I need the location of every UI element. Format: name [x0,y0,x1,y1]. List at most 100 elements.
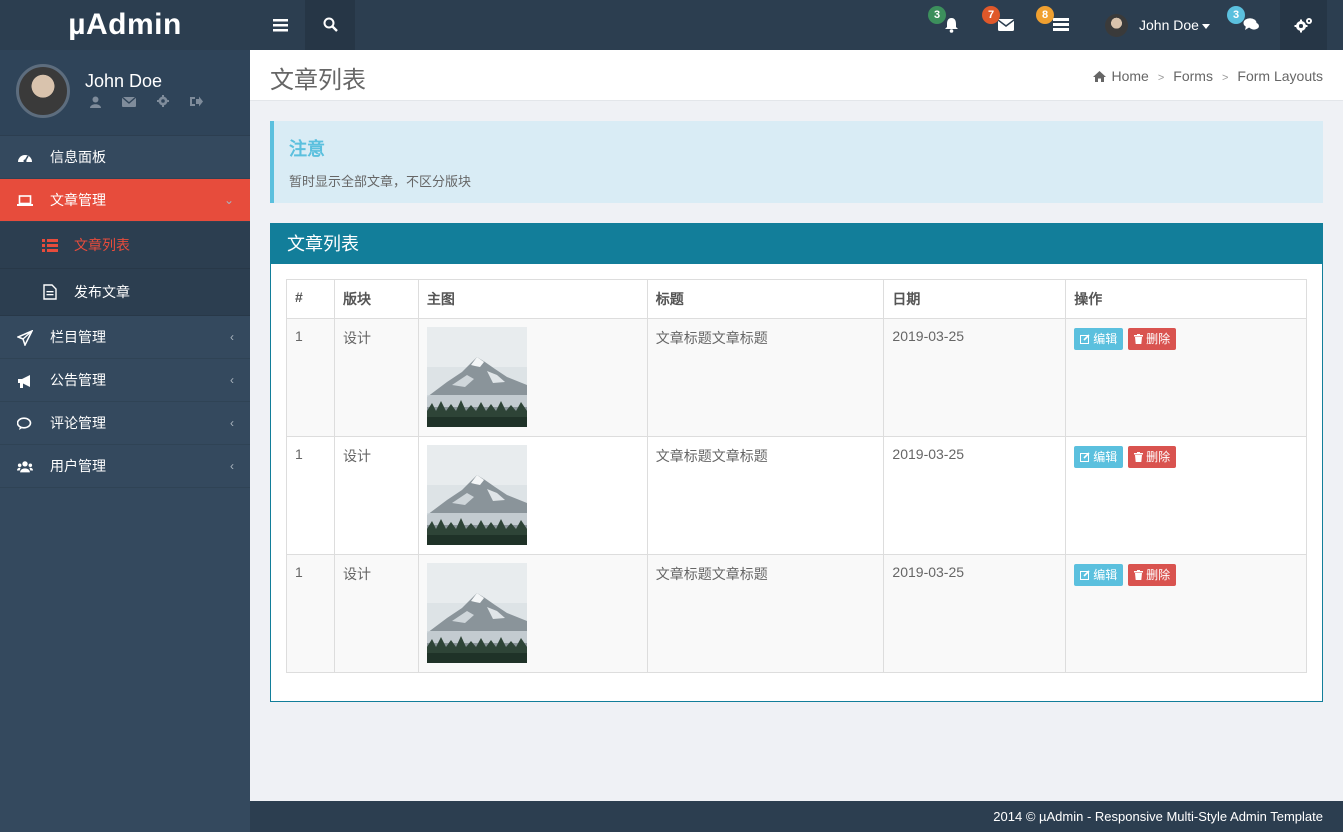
sidebar-item-articles[interactable]: 文章管理 ⌄ [0,179,250,222]
sidebar-item-label: 信息面板 [50,149,106,165]
breadcrumb-forms[interactable]: Forms [1173,68,1213,84]
delete-button[interactable]: 删除 [1128,446,1177,468]
sidebar-item-announcements[interactable]: 公告管理 ‹ [0,359,250,402]
laptop-icon [17,195,33,206]
messages-badge: 7 [982,6,1000,24]
delete-button-label: 删除 [1146,450,1171,464]
delete-button[interactable]: 删除 [1128,328,1177,350]
settings-button[interactable] [1280,0,1327,50]
gear-icon[interactable] [157,95,169,107]
brand-logo[interactable]: µAdmin [0,0,250,50]
menu-toggle-button[interactable] [255,0,305,50]
column-header: 标题 [646,279,885,319]
profile-name: John Doe [85,71,163,91]
sign-out-icon[interactable] [190,96,203,107]
sidebar-item-columns[interactable]: 栏目管理 ‹ [0,316,250,359]
sidebar-item-label: 文章管理 [50,192,106,208]
article-table: # 版块 主图 标题 日期 操作 1 设计 文章标题文章标题 2019-03-2… [286,279,1307,673]
cell-id: 1 [286,436,335,555]
sidebar-item-dashboard[interactable]: 信息面板 [0,136,250,179]
table-row: 1 设计 文章标题文章标题 2019-03-25 编辑 删除 [286,436,1307,555]
bell-icon [945,18,958,33]
sidebar-subitem-publish-article[interactable]: 发布文章 [0,269,250,316]
caret-down-icon [1202,24,1210,29]
comments-icon [17,417,32,430]
notice-title: 注意 [289,139,325,159]
tasks-icon [1053,18,1069,31]
notice-alert: 注意 暂时显示全部文章，不区分版块 [270,121,1323,203]
sidebar-subitem-article-list[interactable]: 文章列表 [0,222,250,269]
cell-title[interactable]: 文章标题文章标题 [646,554,885,673]
search-button[interactable] [305,0,355,50]
cell-title[interactable]: 文章标题文章标题 [646,436,885,555]
list-icon [42,239,58,252]
user-menu-name: John Doe [1139,17,1199,33]
paper-plane-icon [17,330,33,346]
hamburger-icon [273,19,288,32]
chat-button[interactable]: 3 [1225,0,1265,50]
notifications-button[interactable]: 3 [928,0,970,50]
topbar: 3 7 8 John Doe 3 [250,0,1343,50]
edit-icon [1080,570,1090,580]
mountain-thumbnail-image[interactable] [426,563,527,663]
tasks-badge: 8 [1036,6,1054,24]
edit-icon [1080,334,1090,344]
delete-button[interactable]: 删除 [1128,564,1177,586]
cell-actions: 编辑 删除 [1065,318,1307,437]
users-icon [17,461,33,473]
user-menu[interactable]: John Doe [1105,0,1215,50]
table-row: 1 设计 文章标题文章标题 2019-03-25 编辑 删除 [286,318,1307,437]
sidebar-item-comments[interactable]: 评论管理 ‹ [0,402,250,445]
chevron-right-icon: > [1221,72,1229,84]
sidebar-item-label: 用户管理 [50,458,106,474]
avatar[interactable] [16,64,70,118]
messages-button[interactable]: 7 [982,0,1025,50]
panel-title: 文章列表 [271,224,1322,264]
sidebar-item-label: 公告管理 [50,372,106,388]
mountain-thumbnail-image[interactable] [426,327,527,427]
column-header: # [286,279,335,319]
bullhorn-icon [18,375,30,388]
sidebar-subitem-label: 发布文章 [74,284,130,300]
trash-icon [1134,452,1144,462]
cell-date: 2019-03-25 [883,318,1067,437]
chat-badge: 3 [1227,6,1245,24]
chevron-left-icon: ‹ [230,416,234,430]
avatar [1105,14,1128,37]
article-list-panel: 文章列表 # 版块 主图 标题 日期 操作 1 设计 文章标题文章标题 2019… [270,223,1323,702]
sidebar-item-label: 评论管理 [50,415,106,431]
footer: 2014 © µAdmin - Responsive Multi-Style A… [250,801,1343,832]
trash-icon [1134,334,1144,344]
cell-date: 2019-03-25 [883,554,1067,673]
edit-button-label: 编辑 [1093,332,1118,346]
column-header: 版块 [333,279,419,319]
edit-button-label: 编辑 [1093,568,1118,582]
user-icon[interactable] [90,96,101,108]
cell-title[interactable]: 文章标题文章标题 [646,318,885,437]
edit-button[interactable]: 编辑 [1074,446,1124,468]
cell-section: 设计 [333,554,419,673]
breadcrumb-home[interactable]: Home [1112,68,1149,84]
breadcrumb-form-layouts: Form Layouts [1237,68,1323,84]
edit-button[interactable]: 编辑 [1074,564,1124,586]
cell-actions: 编辑 删除 [1065,436,1307,555]
envelope-icon[interactable] [122,97,136,107]
column-header: 日期 [883,279,1067,319]
mountain-thumbnail-image[interactable] [426,445,527,545]
cell-section: 设计 [333,318,419,437]
search-icon [323,17,338,32]
home-icon [1092,71,1106,82]
cell-image [417,554,648,673]
breadcrumb: Home > Forms > Form Layouts [1092,68,1323,84]
edit-button[interactable]: 编辑 [1074,328,1124,350]
column-header: 操作 [1065,279,1307,319]
notice-text: 暂时显示全部文章，不区分版块 [289,174,472,189]
table-row: 1 设计 文章标题文章标题 2019-03-25 编辑 删除 [286,554,1307,673]
tasks-button[interactable]: 8 [1036,0,1080,50]
table-header-row: # 版块 主图 标题 日期 操作 [286,279,1307,319]
sidebar-item-users[interactable]: 用户管理 ‹ [0,445,250,488]
cogs-icon [1294,18,1312,33]
delete-button-label: 删除 [1146,332,1171,346]
cell-date: 2019-03-25 [883,436,1067,555]
notifications-badge: 3 [928,6,946,24]
